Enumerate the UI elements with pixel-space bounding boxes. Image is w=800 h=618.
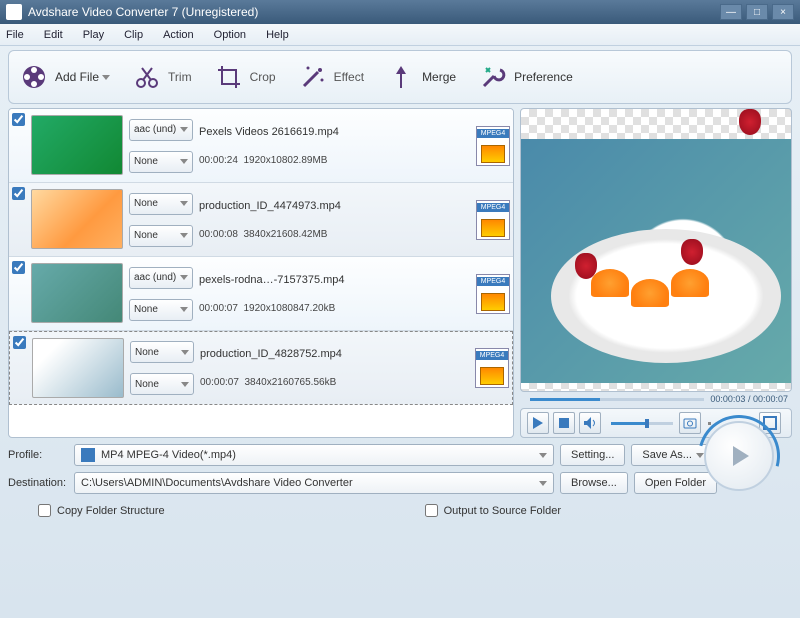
file-name: Pexels Videos 2616619.mp4 xyxy=(199,126,469,138)
format-icon xyxy=(475,348,509,388)
file-row[interactable]: aac (und) None pexels-rodna…-7157375.mp4… xyxy=(9,257,513,331)
play-icon xyxy=(533,417,543,429)
stop-button[interactable] xyxy=(553,412,575,434)
mp4-icon xyxy=(81,448,95,462)
chevron-down-icon xyxy=(102,75,110,80)
effect-button[interactable]: Effect xyxy=(300,64,364,90)
preview-viewport xyxy=(520,108,792,392)
subtitle-dropdown[interactable]: None xyxy=(129,225,193,247)
add-file-button[interactable]: Add File xyxy=(21,64,110,90)
subtitle-dropdown[interactable]: None xyxy=(130,373,194,395)
camera-icon xyxy=(683,416,697,430)
window-title: Avdshare Video Converter 7 (Unregistered… xyxy=(28,5,716,19)
crop-icon xyxy=(216,64,242,90)
audio-track-dropdown[interactable]: None xyxy=(129,193,193,215)
file-info: 00:00:07 1920x1080847.20kB xyxy=(199,303,469,314)
effect-label: Effect xyxy=(334,70,364,84)
preference-button[interactable]: Preference xyxy=(480,64,573,90)
convert-button[interactable] xyxy=(704,421,774,491)
destination-label: Destination: xyxy=(8,477,74,489)
format-icon xyxy=(476,126,510,166)
toolbar: Add File Trim Crop Effect Merge Preferen… xyxy=(8,50,792,104)
file-checkbox[interactable] xyxy=(12,261,25,274)
volume-slider[interactable] xyxy=(611,422,673,425)
play-button[interactable] xyxy=(527,412,549,434)
close-button[interactable]: × xyxy=(772,4,794,20)
menu-action[interactable]: Action xyxy=(163,29,194,41)
add-file-label: Add File xyxy=(55,70,99,84)
menu-clip[interactable]: Clip xyxy=(124,29,143,41)
wand-icon xyxy=(300,64,326,90)
scissors-icon xyxy=(134,64,160,90)
menu-play[interactable]: Play xyxy=(83,29,104,41)
file-checkbox[interactable] xyxy=(12,113,25,126)
file-thumbnail xyxy=(31,115,123,175)
file-row[interactable]: aac (und) None Pexels Videos 2616619.mp4… xyxy=(9,109,513,183)
play-icon xyxy=(733,446,749,466)
file-name: production_ID_4828752.mp4 xyxy=(200,348,468,360)
copy-folder-checkbox[interactable]: Copy Folder Structure xyxy=(38,504,165,517)
merge-label: Merge xyxy=(422,70,456,84)
destination-dropdown[interactable]: C:\Users\ADMIN\Documents\Avdshare Video … xyxy=(74,472,554,494)
current-time: 00:00:03 xyxy=(710,394,745,404)
chevron-down-icon[interactable] xyxy=(708,422,711,425)
minimize-button[interactable]: — xyxy=(720,4,742,20)
maximize-button[interactable]: □ xyxy=(746,4,768,20)
titlebar: Avdshare Video Converter 7 (Unregistered… xyxy=(0,0,800,24)
file-thumbnail xyxy=(31,263,123,323)
menu-file[interactable]: File xyxy=(6,29,24,41)
app-icon xyxy=(6,4,22,20)
trim-button[interactable]: Trim xyxy=(134,64,192,90)
file-name: production_ID_4474973.mp4 xyxy=(199,200,469,212)
total-time: 00:00:07 xyxy=(753,394,788,404)
wrench-icon xyxy=(480,64,506,90)
file-info: 00:00:08 3840x21608.42MB xyxy=(199,229,469,240)
file-info: 00:00:07 3840x2160765.56kB xyxy=(200,377,468,388)
merge-icon xyxy=(388,64,414,90)
menubar: File Edit Play Clip Action Option Help xyxy=(0,24,800,46)
file-name: pexels-rodna…-7157375.mp4 xyxy=(199,274,469,286)
file-list: aac (und) None Pexels Videos 2616619.mp4… xyxy=(8,108,514,438)
subtitle-dropdown[interactable]: None xyxy=(129,151,193,173)
output-source-checkbox[interactable]: Output to Source Folder xyxy=(425,504,561,517)
profile-label: Profile: xyxy=(8,449,74,461)
stop-icon xyxy=(559,418,569,428)
audio-track-dropdown[interactable]: aac (und) xyxy=(129,267,193,289)
preference-label: Preference xyxy=(514,70,573,84)
crop-button[interactable]: Crop xyxy=(216,64,276,90)
format-icon xyxy=(476,200,510,240)
speaker-icon xyxy=(583,416,597,430)
snapshot-button[interactable] xyxy=(679,412,701,434)
file-thumbnail xyxy=(31,189,123,249)
file-checkbox[interactable] xyxy=(13,336,26,349)
file-row[interactable]: None None production_ID_4474973.mp4 00:0… xyxy=(9,183,513,257)
browse-button[interactable]: Browse... xyxy=(560,472,628,494)
timeline-track[interactable] xyxy=(530,398,704,401)
file-thumbnail xyxy=(32,338,124,398)
menu-option[interactable]: Option xyxy=(214,29,246,41)
merge-button[interactable]: Merge xyxy=(388,64,456,90)
preview-panel: 00:00:03 / 00:00:07 xyxy=(520,108,792,438)
menu-help[interactable]: Help xyxy=(266,29,289,41)
subtitle-dropdown[interactable]: None xyxy=(129,299,193,321)
profile-dropdown[interactable]: MP4 MPEG-4 Video(*.mp4) xyxy=(74,444,554,466)
file-info: 00:00:24 1920x10802.89MB xyxy=(199,155,469,166)
chevron-down-icon xyxy=(539,453,547,458)
film-reel-icon xyxy=(21,64,47,90)
preview-timeline[interactable]: 00:00:03 / 00:00:07 xyxy=(520,392,792,406)
format-icon xyxy=(476,274,510,314)
volume-button[interactable] xyxy=(579,412,601,434)
file-checkbox[interactable] xyxy=(12,187,25,200)
trim-label: Trim xyxy=(168,70,192,84)
setting-button[interactable]: Setting... xyxy=(560,444,625,466)
audio-track-dropdown[interactable]: None xyxy=(130,341,194,363)
file-row[interactable]: None None production_ID_4828752.mp4 00:0… xyxy=(9,331,513,405)
menu-edit[interactable]: Edit xyxy=(44,29,63,41)
crop-label: Crop xyxy=(250,70,276,84)
chevron-down-icon xyxy=(539,481,547,486)
audio-track-dropdown[interactable]: aac (und) xyxy=(129,119,193,141)
